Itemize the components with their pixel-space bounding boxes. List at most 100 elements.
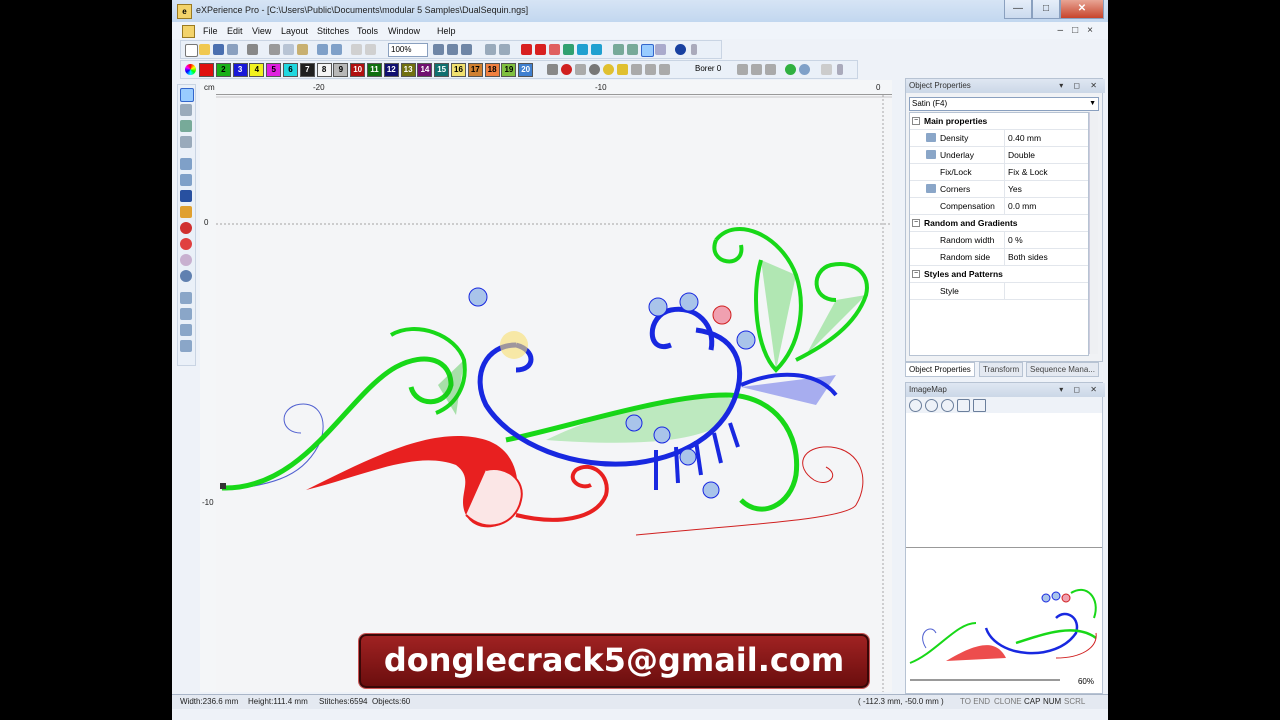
property-value[interactable]: Fix & Lock xyxy=(1008,167,1048,177)
select-mode-icon[interactable] xyxy=(641,44,654,57)
toolbar-overflow-icon[interactable] xyxy=(837,64,843,75)
palette-color-15[interactable]: 15 xyxy=(434,63,450,77)
next-color-icon[interactable] xyxy=(577,44,588,55)
property-row-underlay[interactable]: Underlay Double xyxy=(910,147,1088,164)
section-main-properties[interactable]: − Main properties xyxy=(910,113,1088,130)
dual-sequin-tool-icon[interactable] xyxy=(180,238,192,250)
text-tool-icon[interactable] xyxy=(180,190,192,202)
zoom-out-icon[interactable] xyxy=(351,44,362,55)
palette-color-9[interactable]: 9 xyxy=(333,63,349,77)
trim-icon[interactable] xyxy=(575,64,586,75)
borer-select[interactable]: Borer 0 xyxy=(695,64,721,73)
new-file-icon[interactable] xyxy=(185,44,198,57)
palette-color-8[interactable]: 8 xyxy=(316,63,332,77)
previous-color-icon[interactable] xyxy=(535,44,546,55)
previous-stitch-icon[interactable] xyxy=(549,44,560,55)
zoom-page-icon[interactable] xyxy=(461,44,472,55)
sun-icon[interactable] xyxy=(603,64,614,75)
collapse-icon[interactable]: − xyxy=(912,219,920,227)
collapse-icon[interactable]: − xyxy=(912,117,920,125)
loop-icon[interactable] xyxy=(799,64,810,75)
property-value[interactable]: 0.0 mm xyxy=(1008,201,1036,211)
node-tool-icon[interactable] xyxy=(180,104,192,116)
menu-edit[interactable]: Edit xyxy=(227,26,243,36)
mdi-window-buttons[interactable]: –□× xyxy=(1058,25,1102,36)
embroidery-design[interactable] xyxy=(216,95,892,692)
copy-icon[interactable] xyxy=(283,44,294,55)
stitch-delete-tool-icon[interactable] xyxy=(180,324,192,336)
zoom-tool-icon[interactable] xyxy=(180,270,192,282)
panel-header-buttons[interactable]: ▾ ◻ ✕ xyxy=(1059,79,1101,93)
palette-color-16[interactable]: 16 xyxy=(451,63,466,77)
edit-icon[interactable] xyxy=(821,64,832,75)
undo-icon[interactable] xyxy=(317,44,328,55)
print-icon[interactable] xyxy=(247,44,258,55)
panel-header-buttons[interactable]: ▾ ◻ ✕ xyxy=(1059,383,1101,397)
tab-object-properties[interactable]: Object Properties xyxy=(905,362,975,377)
palette-color-12[interactable]: 12 xyxy=(383,63,399,77)
property-row-style[interactable]: Style xyxy=(910,283,1088,300)
menu-stitches[interactable]: Stitches xyxy=(317,26,349,36)
collapse-icon[interactable]: − xyxy=(912,270,920,278)
palette-color-2[interactable]: 2 xyxy=(215,63,231,77)
refresh-icon[interactable] xyxy=(785,64,796,75)
zoom-in-icon[interactable] xyxy=(365,44,376,55)
star-tool-icon[interactable] xyxy=(180,206,192,218)
fit-view-icon[interactable] xyxy=(973,399,986,412)
stitch-insert-tool-icon[interactable] xyxy=(180,308,192,320)
sequin-tool-icon[interactable] xyxy=(180,222,192,234)
needle-down-icon[interactable] xyxy=(751,64,762,75)
palette-color-5[interactable]: 5 xyxy=(266,63,282,77)
show-outlines-icon[interactable] xyxy=(499,44,510,55)
palette-color-3[interactable]: 3 xyxy=(232,63,248,77)
menu-view[interactable]: View xyxy=(252,26,271,36)
zoom-selection-icon[interactable] xyxy=(447,44,458,55)
show-stitches-icon[interactable] xyxy=(485,44,496,55)
design-canvas[interactable] xyxy=(216,95,892,692)
stitch-move-tool-icon[interactable] xyxy=(180,340,192,352)
menu-file[interactable]: File xyxy=(203,26,218,36)
palette-color-10[interactable]: 10 xyxy=(350,63,366,77)
chevron-down-icon[interactable]: ▼ xyxy=(1089,98,1096,110)
palette-color-17[interactable]: 17 xyxy=(467,63,483,77)
cut-icon[interactable] xyxy=(269,44,280,55)
object-type-select[interactable]: Satin (F4) ▼ xyxy=(909,97,1099,111)
menu-help[interactable]: Help xyxy=(437,26,456,36)
palette-color-7[interactable]: 7 xyxy=(299,63,315,77)
zoom-region-icon[interactable] xyxy=(941,399,954,412)
tab-transform[interactable]: Transform xyxy=(979,362,1024,377)
property-value[interactable]: Both sides xyxy=(1008,252,1048,262)
palette-color-19[interactable]: 19 xyxy=(501,63,517,77)
zoom-out-icon[interactable] xyxy=(925,399,938,412)
property-grid-scrollbar[interactable] xyxy=(1089,112,1098,354)
imagemap-thumbnail[interactable] xyxy=(906,563,1102,673)
document-icon[interactable] xyxy=(182,25,195,38)
palette-color-18[interactable]: 18 xyxy=(484,63,500,77)
first-stitch-icon[interactable] xyxy=(521,44,532,55)
palette-color-14[interactable]: 14 xyxy=(417,63,433,77)
fill-tool-icon[interactable] xyxy=(180,158,192,170)
color-wheel-icon[interactable] xyxy=(185,64,196,75)
section-styles-patterns[interactable]: − Styles and Patterns xyxy=(910,266,1088,283)
palette-color-4[interactable]: 4 xyxy=(249,63,265,77)
palette-color-11[interactable]: 11 xyxy=(367,63,382,77)
property-value[interactable]: 0.40 mm xyxy=(1008,133,1041,143)
save-as-icon[interactable] xyxy=(227,44,238,55)
split-icon[interactable] xyxy=(659,64,670,75)
zoom-fit-icon[interactable] xyxy=(433,44,444,55)
needle-up-icon[interactable] xyxy=(737,64,748,75)
light-icon[interactable] xyxy=(617,64,628,75)
toolbar-overflow-icon[interactable] xyxy=(691,44,697,55)
property-value[interactable]: 0 % xyxy=(1008,235,1023,245)
palette-color-6[interactable]: 6 xyxy=(283,63,298,77)
menu-window[interactable]: Window xyxy=(388,26,420,36)
property-value[interactable]: Double xyxy=(1008,150,1035,160)
palette-color-13[interactable]: 13 xyxy=(400,63,416,77)
sequin-icon[interactable] xyxy=(589,64,600,75)
property-row-compensation[interactable]: Compensation 0.0 mm xyxy=(910,198,1088,215)
palette-color-20[interactable]: 20 xyxy=(518,63,534,77)
property-row-random-width[interactable]: Random width 0 % xyxy=(910,232,1088,249)
select-tool-icon[interactable] xyxy=(180,88,194,102)
needle-icon[interactable] xyxy=(631,64,642,75)
palette-color-1[interactable] xyxy=(199,63,214,77)
